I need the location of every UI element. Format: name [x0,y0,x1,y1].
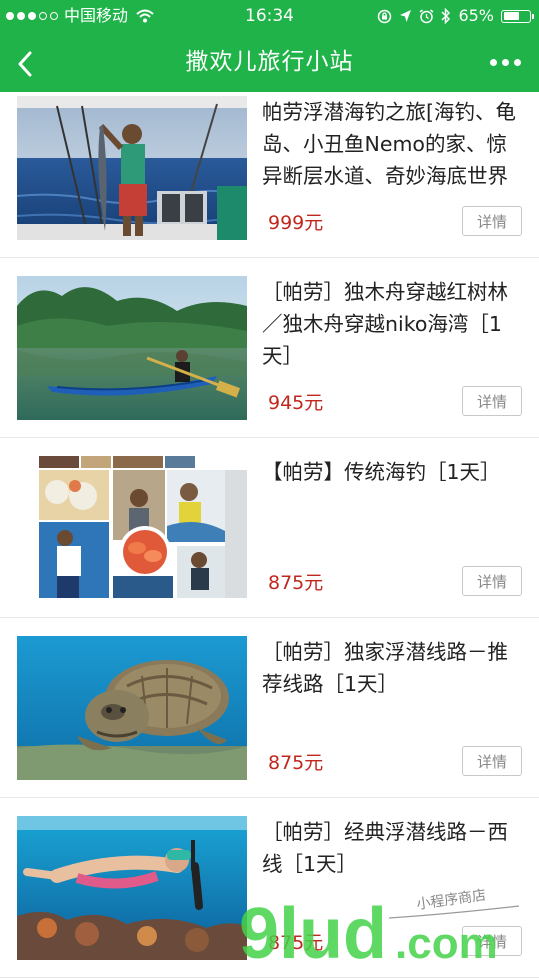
tour-thumbnail[interactable] [17,96,247,240]
more-options-button[interactable] [485,42,525,82]
detail-button[interactable]: 详情 [462,386,522,416]
list-item[interactable]: ［帕劳］经典浮潜线路－西线［1天］ 875元 详情 [0,798,539,978]
tour-price: 875元 [268,932,324,954]
tour-price: 875元 [268,572,324,594]
tour-title[interactable]: 【帕劳】传统海钓［1天］ [262,456,523,556]
snorkeling-photo [17,816,247,960]
detail-button[interactable]: 详情 [462,206,522,236]
tour-thumbnail[interactable] [17,816,247,960]
location-icon [400,10,412,22]
tour-price: 945元 [268,392,324,414]
tour-price: 875元 [268,752,324,774]
tour-title[interactable]: ［帕劳］独木舟穿越红树林／独木舟穿越niko海湾［1天］ [262,276,523,376]
list-item[interactable]: ［帕劳］独家浮潜线路－推荐线路［1天］ 875元 详情 [0,618,539,798]
page-title: 撒欢儿旅行小站 [185,49,354,75]
battery-icon [501,9,534,23]
fishing-boat-photo [17,96,247,240]
rotation-lock-icon [378,9,392,23]
bluetooth-icon [441,8,451,24]
kayak-photo [17,276,247,420]
tour-title[interactable]: 帕劳浮潜海钓之旅[海钓、龟岛、小丑鱼Nemo的家、惊异断层水道、奇妙海底世界 [262,96,523,196]
app-header: 中国移动 16:34 65% 撒欢儿旅行小站 [0,0,539,92]
tour-thumbnail[interactable] [17,276,247,420]
status-right: 65% [377,0,534,32]
tour-title[interactable]: ［帕劳］独家浮潜线路－推荐线路［1天］ [262,636,523,736]
tour-list: 帕劳浮潜海钓之旅[海钓、龟岛、小丑鱼Nemo的家、惊异断层水道、奇妙海底世界 9… [0,78,539,978]
detail-button[interactable]: 详情 [462,566,522,596]
sea-turtle-photo [17,636,247,780]
fishing-collage-photo [17,456,247,600]
detail-button[interactable]: 详情 [462,746,522,776]
detail-button[interactable]: 详情 [462,926,522,956]
tour-title[interactable]: ［帕劳］经典浮潜线路－西线［1天］ [262,816,523,916]
status-bar: 中国移动 16:34 65% [0,0,539,32]
list-item[interactable]: 帕劳浮潜海钓之旅[海钓、龟岛、小丑鱼Nemo的家、惊异断层水道、奇妙海底世界 9… [0,78,539,258]
list-item[interactable]: 【帕劳】传统海钓［1天］ 875元 详情 [0,438,539,618]
tour-thumbnail[interactable] [17,636,247,780]
tour-price: 999元 [268,212,324,234]
tour-thumbnail[interactable] [17,456,247,600]
nav-bar: 撒欢儿旅行小站 [0,32,539,92]
list-item[interactable]: ［帕劳］独木舟穿越红树林／独木舟穿越niko海湾［1天］ 945元 详情 [0,258,539,438]
alarm-icon [419,8,434,23]
battery-percent: 65% [458,6,494,25]
